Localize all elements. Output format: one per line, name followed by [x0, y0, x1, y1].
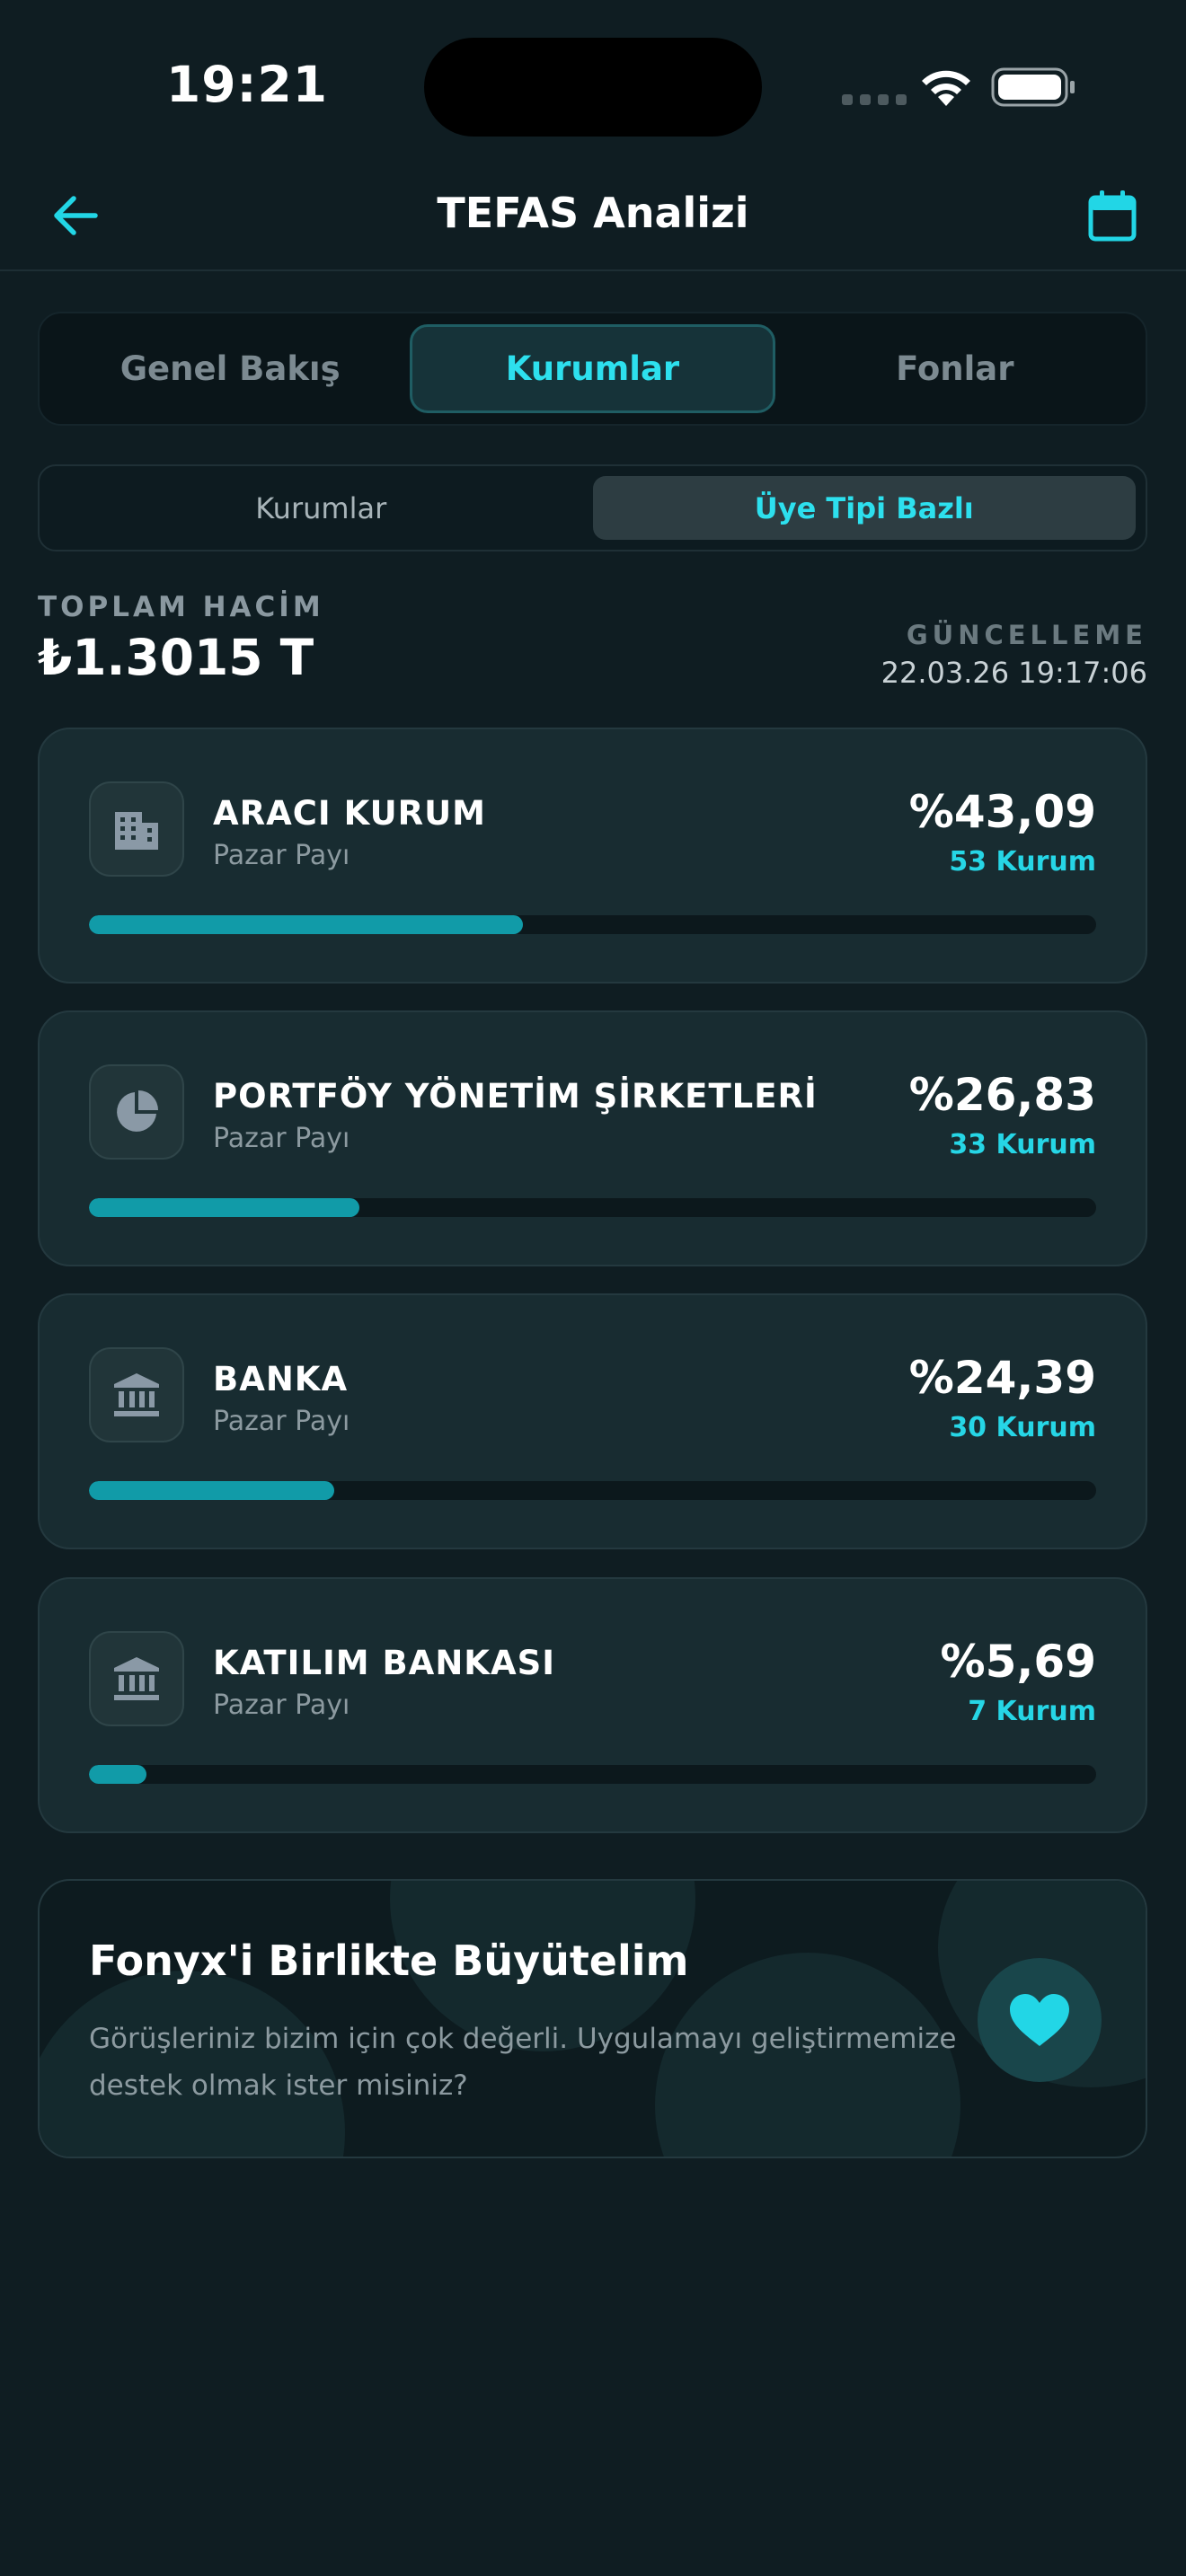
main-tabs: Genel Bakış Kurumlar Fonlar [38, 312, 1147, 426]
member-type-name: KATILIM BANKASI [213, 1644, 556, 1682]
heart-icon [1010, 1994, 1069, 2046]
member-type-card[interactable]: KATILIM BANKASI Pazar Payı %5,69 7 Kurum [38, 1577, 1147, 1833]
market-share-percent: %26,83 [908, 1069, 1096, 1121]
market-share-label: Pazar Payı [213, 840, 350, 871]
institution-count: 7 Kurum [968, 1696, 1096, 1727]
page-title: TEFAS Analizi [437, 189, 749, 237]
status-bar: 19:21 [0, 0, 1186, 171]
bank-icon [89, 1347, 184, 1442]
pie-chart-icon [89, 1064, 184, 1160]
tab-genel-bakis[interactable]: Genel Bakış [50, 324, 410, 413]
heart-button[interactable] [978, 1958, 1102, 2082]
update-label: GÜNCELLEME [906, 620, 1147, 650]
market-share-label: Pazar Payı [213, 1123, 350, 1154]
cellular-signal-icon [842, 94, 907, 105]
institution-count: 33 Kurum [949, 1129, 1096, 1160]
institution-count: 30 Kurum [949, 1412, 1096, 1443]
total-volume-value: ₺1.3015 T [38, 629, 314, 686]
header: TEFAS Analizi [0, 171, 1186, 271]
screen: 19:21 TEFAS Analizi Genel Bakış Kurumlar… [0, 0, 1186, 2576]
market-share-bar-fill [89, 1481, 335, 1500]
market-share-bar [89, 915, 1096, 934]
feedback-card[interactable]: Fonyx'i Birlikte Büyütelim Görüşleriniz … [38, 1879, 1147, 2158]
market-share-bar-fill [89, 915, 524, 934]
member-type-card[interactable]: PORTFÖY YÖNETİM ŞİRKETLERİ Pazar Payı %2… [38, 1010, 1147, 1266]
tab-kurumlar[interactable]: Kurumlar [410, 324, 775, 413]
subtab-kurumlar[interactable]: Kurumlar [49, 476, 593, 540]
battery-icon [991, 67, 1075, 107]
member-type-name: PORTFÖY YÖNETİM ŞİRKETLERİ [213, 1077, 818, 1116]
market-share-percent: %5,69 [940, 1636, 1096, 1688]
market-share-bar [89, 1198, 1096, 1217]
member-type-card[interactable]: ARACI KURUM Pazar Payı %43,09 53 Kurum [38, 728, 1147, 984]
tab-fonlar[interactable]: Fonlar [775, 324, 1135, 413]
sub-tabs: Kurumlar Üye Tipi Bazlı [38, 464, 1147, 551]
wifi-icon [922, 70, 970, 106]
status-time: 19:21 [166, 56, 329, 113]
market-share-label: Pazar Payı [213, 1406, 350, 1437]
feedback-title: Fonyx'i Birlikte Büyütelim [89, 1936, 689, 1985]
market-share-bar-fill [89, 1765, 146, 1784]
market-share-bar-fill [89, 1198, 359, 1217]
building-icon [89, 781, 184, 877]
subtab-uye-tipi-bazli[interactable]: Üye Tipi Bazlı [592, 476, 1136, 540]
update-timestamp: 22.03.26 19:17:06 [881, 656, 1147, 690]
member-type-name: ARACI KURUM [213, 794, 486, 833]
market-share-percent: %43,09 [908, 786, 1096, 838]
dynamic-island [424, 38, 762, 137]
member-type-card[interactable]: BANKA Pazar Payı %24,39 30 Kurum [38, 1293, 1147, 1549]
market-share-percent: %24,39 [908, 1352, 1096, 1404]
feedback-text: Görüşleriniz bizim için çok değerli. Uyg… [89, 2023, 957, 2102]
member-type-name: BANKA [213, 1360, 349, 1398]
calendar-icon[interactable] [1087, 189, 1137, 243]
market-share-bar [89, 1765, 1096, 1784]
total-volume-label: TOPLAM HACİM [38, 591, 324, 623]
market-share-label: Pazar Payı [213, 1689, 350, 1721]
institution-count: 53 Kurum [949, 846, 1096, 878]
bank-icon [89, 1631, 184, 1726]
market-share-bar [89, 1481, 1096, 1500]
